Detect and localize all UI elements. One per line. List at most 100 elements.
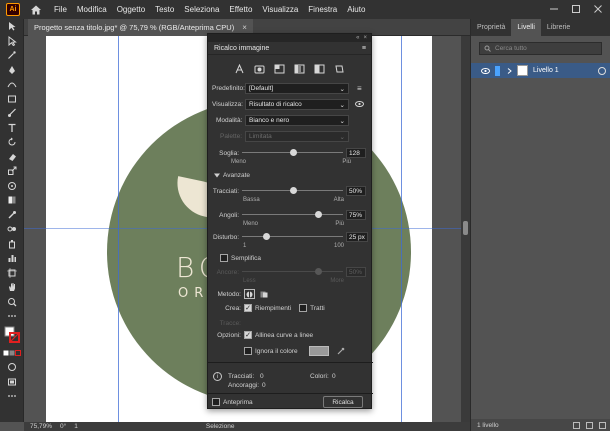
rotate-tool-icon[interactable] bbox=[0, 135, 24, 150]
mode-select[interactable]: Bianco e nero ⌄ bbox=[245, 115, 349, 126]
abutting-method-icon[interactable] bbox=[244, 289, 255, 299]
menu-aiuto[interactable]: Aiuto bbox=[347, 5, 365, 14]
noise-value[interactable]: 25 px bbox=[346, 232, 368, 242]
minimize-icon[interactable] bbox=[548, 3, 560, 15]
close-window-icon[interactable] bbox=[592, 3, 604, 15]
close-tab-icon[interactable]: × bbox=[242, 23, 247, 32]
low-color-preset-icon[interactable] bbox=[274, 64, 285, 74]
auto-color-preset-icon[interactable] bbox=[234, 63, 245, 74]
anchors-value[interactable]: 50% bbox=[346, 267, 366, 277]
scrollbar-thumb[interactable] bbox=[463, 221, 468, 235]
grayscale-preset-icon[interactable] bbox=[294, 64, 305, 74]
corners-value[interactable]: 75% bbox=[346, 210, 366, 220]
preset-list-icon[interactable]: ≡ bbox=[357, 84, 362, 93]
tab-layers[interactable]: Livelli bbox=[511, 19, 541, 36]
zoom-level[interactable]: 75,79% bbox=[30, 423, 52, 430]
high-color-preset-icon[interactable] bbox=[254, 64, 265, 74]
paths-value[interactable]: 50% bbox=[346, 186, 366, 196]
screen-mode-icon[interactable] bbox=[0, 375, 24, 390]
corners-slider-knob[interactable] bbox=[314, 211, 322, 218]
ignore-color-checkbox[interactable] bbox=[244, 347, 252, 355]
maximize-icon[interactable] bbox=[570, 3, 582, 15]
advanced-toggle[interactable]: Avanzate bbox=[208, 172, 373, 179]
menu-effetto[interactable]: Effetto bbox=[229, 5, 252, 14]
layer-target-icon[interactable] bbox=[598, 66, 606, 75]
curvature-tool-icon[interactable] bbox=[0, 77, 24, 92]
strokes-checkbox[interactable] bbox=[299, 304, 308, 312]
collapse-icon[interactable]: « bbox=[356, 35, 359, 41]
corners-slider[interactable] bbox=[242, 210, 343, 220]
rectangle-tool-icon[interactable] bbox=[0, 92, 24, 107]
delete-layer-icon[interactable] bbox=[599, 421, 606, 429]
blend-tool-icon[interactable] bbox=[0, 222, 24, 237]
threshold-slider-knob[interactable] bbox=[289, 149, 297, 156]
home-icon[interactable] bbox=[30, 4, 42, 16]
anchors-slider-knob[interactable] bbox=[314, 268, 322, 275]
canvas-vertical-scrollbar[interactable] bbox=[461, 36, 470, 422]
pen-tool-icon[interactable] bbox=[0, 63, 24, 78]
view-eye-icon[interactable] bbox=[355, 100, 364, 109]
selection-tool-icon[interactable] bbox=[0, 19, 24, 34]
scale-tool-icon[interactable] bbox=[0, 164, 24, 179]
tab-libraries[interactable]: Librerie bbox=[541, 19, 576, 36]
layer-row[interactable]: Livello 1 bbox=[471, 63, 610, 78]
fills-checkbox[interactable]: ✓ bbox=[244, 304, 252, 312]
menu-visualizza[interactable]: Visualizza bbox=[262, 5, 298, 14]
menu-file[interactable]: File bbox=[54, 5, 67, 14]
close-panel-icon[interactable]: × bbox=[363, 35, 367, 41]
ignore-color-swatch[interactable] bbox=[309, 346, 329, 356]
warp-tool-icon[interactable] bbox=[0, 179, 24, 194]
graph-tool-icon[interactable] bbox=[0, 251, 24, 266]
menu-testo[interactable]: Testo bbox=[155, 5, 174, 14]
layer-name[interactable]: Livello 1 bbox=[533, 67, 559, 74]
type-tool-icon[interactable] bbox=[0, 121, 24, 136]
trace-button[interactable]: Ricalca bbox=[323, 396, 363, 408]
snap-curves-checkbox[interactable]: ✓ bbox=[244, 331, 252, 339]
draw-mode-icon[interactable] bbox=[0, 360, 24, 375]
overlapping-method-icon[interactable] bbox=[258, 289, 269, 299]
menu-modifica[interactable]: Modifica bbox=[77, 5, 107, 14]
new-sublayer-icon[interactable] bbox=[573, 421, 580, 429]
brush-tool-icon[interactable] bbox=[0, 106, 24, 121]
menu-finestra[interactable]: Finestra bbox=[308, 5, 337, 14]
menu-seleziona[interactable]: Seleziona bbox=[184, 5, 219, 14]
rotation-value[interactable]: 0° bbox=[60, 423, 66, 430]
artboard-number[interactable]: 1 bbox=[74, 423, 78, 430]
outline-preset-icon[interactable] bbox=[334, 64, 345, 74]
edit-toolbar-icon[interactable] bbox=[0, 389, 24, 404]
tab-properties[interactable]: Proprietà bbox=[471, 19, 511, 36]
view-select[interactable]: Risultato di ricalco ⌄ bbox=[245, 99, 349, 110]
black-white-preset-icon[interactable] bbox=[314, 64, 325, 74]
eyedropper-icon[interactable] bbox=[337, 347, 345, 355]
visibility-eye-icon[interactable] bbox=[481, 67, 490, 74]
anchors-slider[interactable] bbox=[242, 267, 343, 277]
new-layer-icon[interactable] bbox=[586, 421, 593, 429]
symbol-sprayer-tool-icon[interactable] bbox=[0, 237, 24, 252]
paths-slider-knob[interactable] bbox=[289, 187, 297, 194]
artboard-tool-icon[interactable] bbox=[0, 266, 24, 281]
fill-stroke-swatches-icon[interactable] bbox=[0, 324, 24, 346]
simplify-checkbox[interactable] bbox=[220, 254, 228, 262]
magic-wand-tool-icon[interactable] bbox=[0, 48, 24, 63]
color-mode-buttons-icon[interactable] bbox=[0, 346, 24, 361]
threshold-slider[interactable] bbox=[242, 148, 343, 158]
threshold-value[interactable]: 128 bbox=[346, 148, 366, 158]
menu-oggetto[interactable]: Oggetto bbox=[117, 5, 145, 14]
zoom-tool-icon[interactable] bbox=[0, 295, 24, 310]
chevron-right-icon[interactable] bbox=[507, 67, 512, 74]
eyedropper-tool-icon[interactable] bbox=[0, 208, 24, 223]
preview-checkbox[interactable] bbox=[212, 398, 220, 406]
noise-slider[interactable] bbox=[242, 232, 343, 242]
palette-select[interactable]: Limitata ⌄ bbox=[245, 131, 349, 142]
more-tools-icon[interactable] bbox=[0, 309, 24, 324]
gradient-tool-icon[interactable] bbox=[0, 193, 24, 208]
preset-select[interactable]: [Default] ⌄ bbox=[245, 83, 349, 94]
panel-grip[interactable]: « × bbox=[208, 34, 371, 42]
layers-search-input[interactable]: Cerca tutto bbox=[479, 42, 602, 55]
direct-selection-tool-icon[interactable] bbox=[0, 34, 24, 49]
hand-tool-icon[interactable] bbox=[0, 280, 24, 295]
paths-slider[interactable] bbox=[242, 186, 343, 196]
noise-slider-knob[interactable] bbox=[263, 233, 271, 240]
eraser-tool-icon[interactable] bbox=[0, 150, 24, 165]
panel-menu-icon[interactable]: ≡ bbox=[362, 45, 366, 52]
